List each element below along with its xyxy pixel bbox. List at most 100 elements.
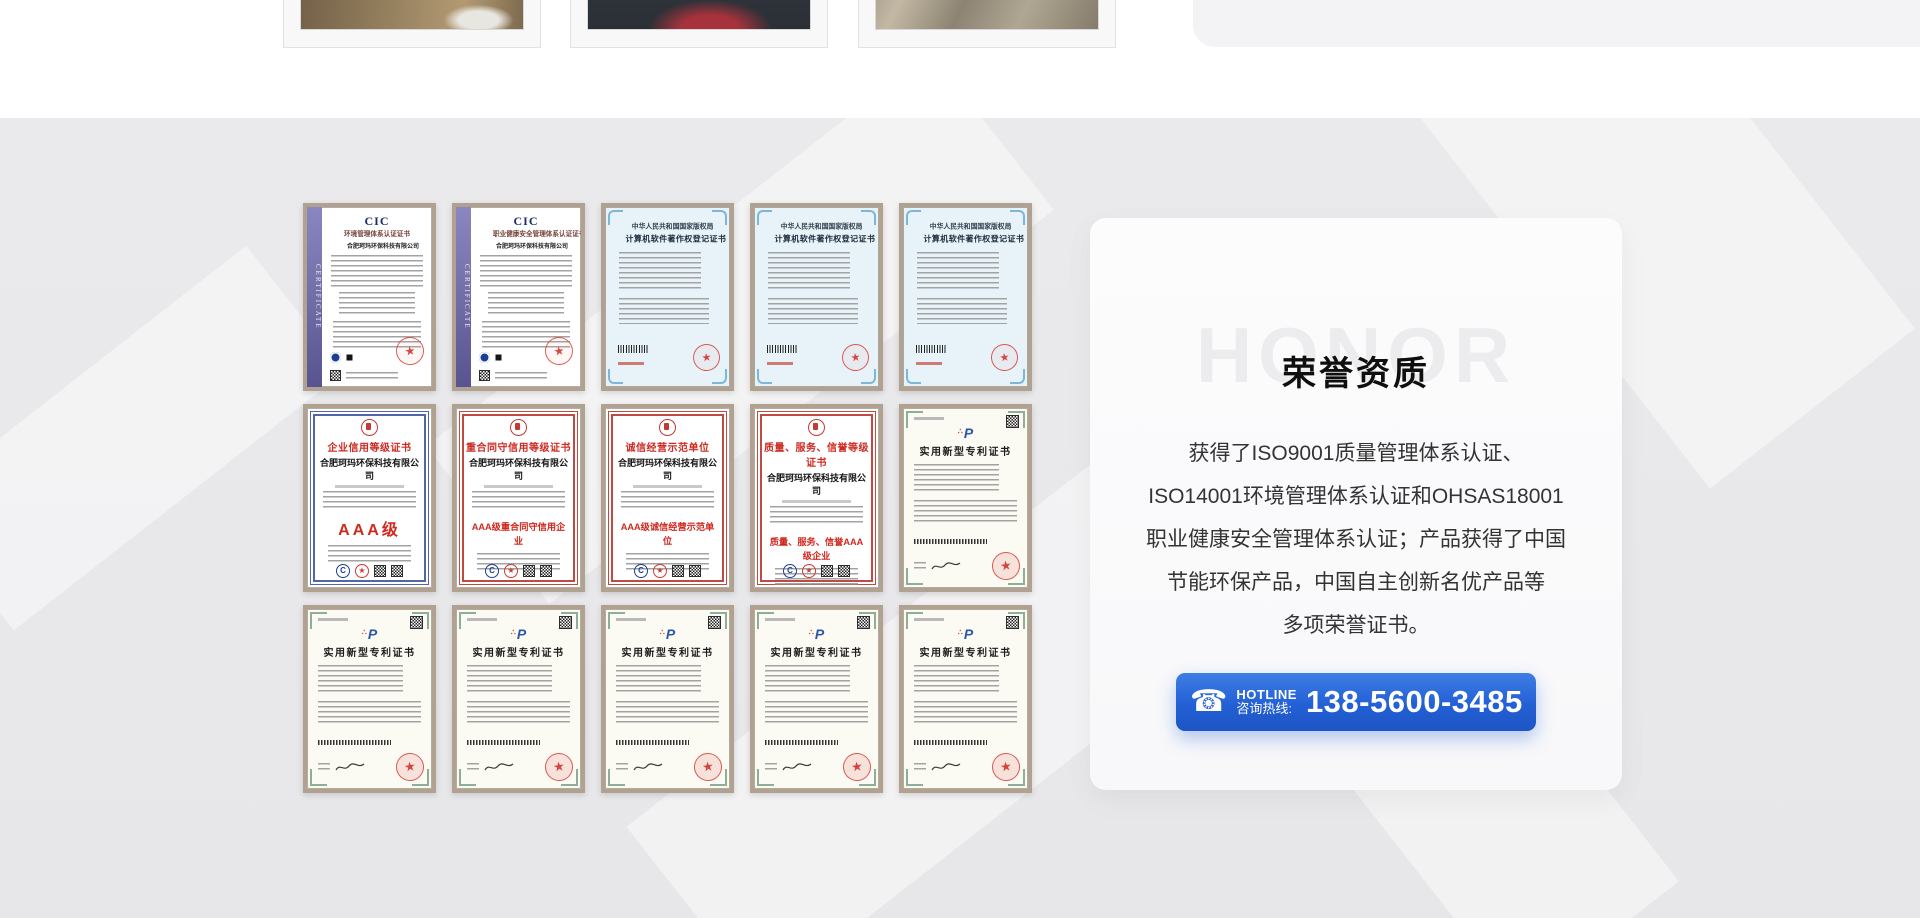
signature-label	[467, 763, 479, 772]
certificate-credit[interactable]: 诚信经营示范单位 合肥珂玛环保科技有限公司 AAA级诚信经营示范单位 C ★	[601, 404, 734, 592]
certificate-brand: CIC	[476, 214, 576, 229]
signature-label	[765, 763, 777, 772]
certificate-patent[interactable]: ∴P 实用新型专利证书 ★	[601, 605, 734, 793]
certificate-credit[interactable]: 企业信用等级证书 合肥珂玛环保科技有限公司 AAA级 C ★	[303, 404, 436, 592]
certificate-company: 合肥珂玛环保科技有限公司	[347, 243, 407, 250]
cnipa-logo: ∴P	[605, 626, 730, 641]
divider	[782, 500, 850, 503]
certificate-footer-lines	[346, 372, 398, 382]
certificate-copyright[interactable]: 中华人民共和国国家版权局 计算机软件著作权登记证书 ★	[899, 203, 1032, 391]
cnipa-logo: ∴P	[903, 425, 1028, 440]
certificate-company: 合肥珂玛环保科技有限公司	[614, 456, 721, 482]
cnipa-logo: ∴P	[903, 626, 1028, 641]
barcode	[618, 345, 648, 353]
certificate-title: 质量、服务、信誉等级证书	[763, 439, 870, 469]
red-seal-emblem	[510, 419, 527, 436]
certificate-cic[interactable]: CERTIFICATE CIC 环境管理体系认证证书 合肥珂玛环保科技有限公司 …	[303, 203, 436, 391]
phone-icon: ☎	[1190, 687, 1227, 717]
page: CERTIFICATE CIC 环境管理体系认证证书 合肥珂玛环保科技有限公司 …	[0, 0, 1920, 918]
certificate-patent[interactable]: ∴P 实用新型专利证书 ★	[899, 404, 1032, 592]
certificate-credit[interactable]: 重合同守信用等级证书 合肥珂玛环保科技有限公司 AAA级重合同守信用企业 C ★	[452, 404, 585, 592]
case-photo-machinery	[587, 0, 811, 30]
top-right-panel	[1193, 0, 1920, 47]
hotline-button[interactable]: ☎ HOTLINE 咨询热线: 138-5600-3485	[1176, 673, 1536, 731]
certificate-title: 实用新型专利证书	[456, 644, 581, 659]
certificate-company: 合肥珂玛环保科技有限公司	[763, 471, 870, 497]
honor-panel: HONOR 荣誉资质 获得了ISO9001质量管理体系认证、 ISO14001环…	[1090, 218, 1622, 790]
accreditation-mark	[494, 353, 503, 362]
barcode	[765, 740, 838, 745]
certificate-text-lines	[768, 298, 858, 324]
qr-code	[391, 565, 403, 577]
credit-org-emblem: C	[783, 564, 797, 578]
certificate-authority: 中华人民共和国国家版权局	[632, 223, 703, 231]
certificate-number-line	[616, 618, 646, 621]
certificate-copyright[interactable]: 中华人民共和国国家版权局 计算机软件著作权登记证书 ★	[601, 203, 734, 391]
certificate-patent[interactable]: ∴P 实用新型专利证书 ★	[750, 605, 883, 793]
certificate-text-lines	[616, 665, 701, 695]
case-card[interactable]	[283, 0, 541, 48]
signature	[930, 560, 962, 572]
hotline-label-en: HOTLINE	[1236, 688, 1297, 702]
certificate-patent[interactable]: ∴P 实用新型专利证书 ★	[899, 605, 1032, 793]
case-card[interactable]	[858, 0, 1116, 48]
certificate-title: 实用新型专利证书	[903, 443, 1028, 458]
signature	[483, 761, 515, 773]
certificate-number	[767, 362, 793, 365]
credit-org-emblem: C	[485, 564, 499, 578]
case-photo-excavation	[300, 0, 524, 30]
certificate-text-lines	[467, 701, 570, 726]
barcode	[318, 740, 391, 745]
barcode	[916, 345, 946, 353]
cic-logo	[479, 352, 490, 363]
honor-section: CERTIFICATE CIC 环境管理体系认证证书 合肥珂玛环保科技有限公司 …	[0, 118, 1920, 918]
certificate-text-lines	[318, 701, 421, 726]
certificate-text-lines	[619, 298, 709, 324]
certificate-text-lines	[488, 292, 564, 316]
certificate-patent[interactable]: ∴P 实用新型专利证书 ★	[303, 605, 436, 793]
barcode	[767, 345, 797, 353]
certificate-copyright[interactable]: 中华人民共和国国家版权局 计算机软件著作权登记证书 ★	[750, 203, 883, 391]
qr-code	[374, 565, 386, 577]
certificate-text-lines	[472, 491, 564, 511]
certificate-text-lines	[339, 292, 415, 316]
certificate-text-lines	[621, 491, 713, 511]
certificate-title: 计算机软件著作权登记证书	[626, 235, 710, 244]
red-seal-emblem	[361, 419, 378, 436]
certificate-text-lines	[917, 252, 999, 292]
certificate-number-line	[765, 618, 795, 621]
divider	[633, 485, 701, 488]
certificate-text-lines	[917, 298, 1007, 324]
certificate-title: 实用新型专利证书	[754, 644, 879, 659]
signature	[930, 761, 962, 773]
accreditation-mark	[345, 353, 354, 362]
certificate-text-lines	[770, 506, 862, 526]
certificate-text-lines	[914, 701, 1017, 726]
case-photo-tank	[875, 0, 1099, 30]
signature-label	[616, 763, 628, 772]
red-star-emblem: ★	[504, 564, 518, 578]
certificate-text-lines	[467, 665, 552, 695]
signature-label	[318, 763, 330, 772]
certificate-authority: 中华人民共和国国家版权局	[930, 223, 1001, 231]
divider	[335, 485, 403, 488]
cnipa-logo: ∴P	[754, 626, 879, 641]
red-star-emblem: ★	[653, 564, 667, 578]
signature-label	[914, 562, 926, 571]
signature	[334, 761, 366, 773]
certificate-credit[interactable]: 质量、服务、信誉等级证书 合肥珂玛环保科技有限公司 质量、服务、信誉AAA级企业…	[750, 404, 883, 592]
certificate-footer-lines	[495, 372, 547, 382]
signature	[632, 761, 664, 773]
certificate-award: AAA级	[316, 516, 423, 540]
red-star-seal: ★	[840, 342, 870, 372]
certificate-patent[interactable]: ∴P 实用新型专利证书 ★	[452, 605, 585, 793]
barcode	[467, 740, 540, 745]
certificate-text-lines	[914, 500, 1017, 525]
section-description: 获得了ISO9001质量管理体系认证、 ISO14001环境管理体系认证和OHS…	[1126, 432, 1586, 647]
signature-label	[914, 763, 926, 772]
case-card[interactable]	[570, 0, 828, 48]
certificate-award: AAA级重合同守信用企业	[469, 519, 567, 547]
certificate-cic[interactable]: CERTIFICATE CIC 职业健康安全管理体系认证证书 合肥珂玛环保科技有…	[452, 203, 585, 391]
barcode	[914, 740, 987, 745]
certificate-title: 企业信用等级证书	[316, 439, 423, 454]
